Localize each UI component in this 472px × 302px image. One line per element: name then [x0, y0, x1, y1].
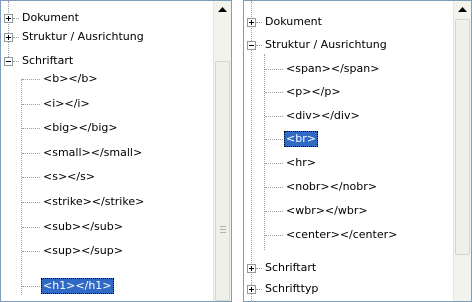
arrow-up-icon: [458, 7, 467, 12]
tree-connector: [264, 54, 265, 250]
tree-label: <span></span>: [286, 62, 380, 75]
tree-label: <nobr></nobr>: [286, 180, 377, 193]
tree-label: <sub></sub>: [43, 220, 123, 233]
tree-label: Dokument: [265, 15, 322, 28]
tree-label-selected: <h1></h1>: [41, 278, 114, 294]
tree-connector: [8, 1, 9, 61]
right-tree-panel: Dokument Struktur / Ausrichtung <span></…: [243, 0, 472, 302]
tree-label: <strike></strike>: [43, 195, 145, 208]
tree-label: <center></center>: [286, 228, 398, 241]
expand-icon[interactable]: [4, 33, 13, 42]
left-vertical-scrollbar[interactable]: [213, 1, 231, 301]
left-tree-panel: Dokument Struktur / Ausrichtung Schrifta…: [0, 0, 232, 302]
tree-label: Schrifttyp: [265, 282, 319, 295]
tree-label-selected: <br>: [284, 131, 318, 147]
tree-label: <p></p>: [286, 85, 341, 98]
expand-icon[interactable]: [247, 264, 256, 273]
tree-label: <div></div>: [286, 109, 360, 122]
scroll-thumb[interactable]: [455, 19, 470, 255]
tree-label: <s></s>: [43, 170, 96, 183]
tree-label: <big></big>: [43, 121, 118, 134]
tree-label: <small></small>: [43, 146, 143, 159]
collapse-icon[interactable]: [247, 41, 256, 50]
tree-label: <b></b>: [43, 72, 98, 85]
tree-label: <sup></sup>: [43, 244, 123, 257]
tree-label: Dokument: [22, 11, 79, 24]
scroll-up-button[interactable]: [215, 2, 230, 18]
collapse-icon[interactable]: [4, 57, 13, 66]
expand-icon[interactable]: [247, 285, 256, 294]
right-vertical-scrollbar[interactable]: [453, 1, 471, 301]
arrow-up-icon: [218, 7, 227, 12]
expand-icon[interactable]: [247, 18, 256, 27]
expand-icon[interactable]: [4, 14, 13, 23]
tree-label: Struktur / Ausrichtung: [22, 30, 144, 43]
tree-connector: [21, 79, 22, 295]
tree-label: Struktur / Ausrichtung: [265, 38, 387, 51]
tree-label: Schriftart: [22, 54, 74, 67]
tree-label: <hr>: [286, 156, 316, 169]
scroll-thumb[interactable]: [215, 61, 230, 301]
scroll-up-button[interactable]: [455, 2, 470, 18]
tree-label: <wbr></wbr>: [286, 204, 368, 217]
tree-label: Schriftart: [265, 261, 317, 274]
tree-label: <i></i>: [43, 97, 90, 110]
